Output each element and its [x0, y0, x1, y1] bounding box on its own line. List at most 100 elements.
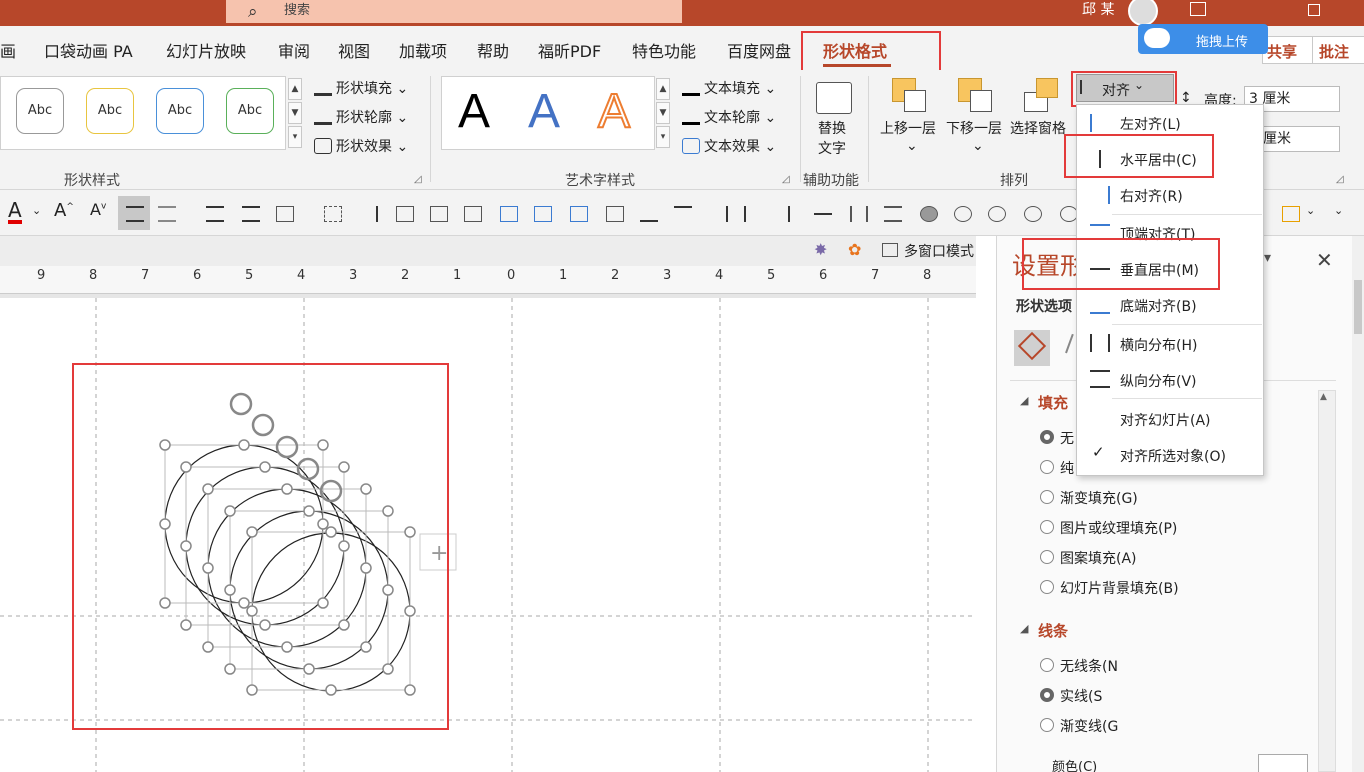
alt-text-label-1[interactable]: 替换	[818, 118, 846, 138]
justify-text-icon[interactable]	[158, 206, 176, 222]
tab-help[interactable]: 帮助	[477, 38, 509, 62]
radio-gradient-fill[interactable]	[1040, 490, 1054, 504]
table-icon[interactable]	[276, 206, 294, 222]
fill-section-header[interactable]: 填充	[1038, 392, 1068, 413]
sparkle-icon[interactable]: ✸	[814, 240, 834, 260]
selection-pane-button[interactable]: 选择窗格	[1010, 118, 1066, 138]
wordart-up-arrow[interactable]: ▲	[656, 78, 670, 100]
grow-font-icon[interactable]: A^	[54, 200, 74, 221]
shape-style-3[interactable]: Abc	[156, 88, 204, 134]
radio-solid-fill[interactable]	[1040, 460, 1054, 474]
share-button[interactable]: 共享	[1262, 36, 1316, 64]
top-align-icon[interactable]	[674, 206, 692, 222]
chevron-down-icon[interactable]: ⌄	[32, 204, 41, 217]
bring-forward-button[interactable]: 上移一层	[880, 118, 936, 138]
tab-addins[interactable]: 加载项	[399, 38, 447, 62]
radio-no-line[interactable]	[1040, 658, 1054, 672]
combine-icon[interactable]	[988, 206, 1006, 222]
dialog-launcher-icon[interactable]: ◿	[1336, 174, 1344, 185]
text-outline-button[interactable]: 文本轮廓 ⌄	[682, 107, 776, 127]
collapse-icon[interactable]: ◢	[1020, 394, 1028, 407]
comment-button[interactable]: 批注	[1312, 36, 1364, 64]
tab-baidu-netdisk[interactable]: 百度网盘	[727, 38, 791, 62]
wordart-orange[interactable]: A	[597, 84, 631, 139]
shape-style-1[interactable]: Abc	[16, 88, 64, 134]
shape-options-tab[interactable]: 形状选项	[1016, 296, 1072, 316]
scroll-thumb[interactable]	[1354, 280, 1362, 334]
shape-fill-quick-icon[interactable]	[1282, 206, 1300, 222]
distribute-v-icon[interactable]	[884, 206, 902, 222]
edit-shape-icon[interactable]	[606, 206, 624, 222]
box-bottom-icon[interactable]	[430, 206, 448, 222]
shape-fill-button[interactable]: 形状填充 ⌄	[314, 78, 408, 98]
intersect-icon[interactable]	[1024, 206, 1042, 222]
gallery-up-arrow[interactable]: ▲	[288, 78, 302, 100]
menu-align-bottom[interactable]: 底端对齐(B)	[1120, 296, 1197, 316]
radio-no-fill[interactable]	[1040, 430, 1054, 444]
shape-style-2[interactable]: Abc	[86, 88, 134, 134]
left-align-icon[interactable]	[744, 206, 762, 222]
user-name[interactable]: 邱 某	[1082, 0, 1114, 20]
ribbon-display-icon[interactable]	[1190, 2, 1206, 16]
shape-icon[interactable]	[570, 206, 588, 222]
group-icon[interactable]	[920, 206, 938, 222]
radio-background-fill[interactable]	[1040, 580, 1054, 594]
merge-icon[interactable]	[954, 206, 972, 222]
send-backward-button[interactable]: 下移一层	[946, 118, 1002, 138]
tab-pocket-animation[interactable]: 口袋动画 PA	[44, 38, 133, 62]
multiwindow-button[interactable]: 多窗口模式	[904, 241, 974, 261]
scroll-up-icon[interactable]: ▲	[1320, 392, 1327, 402]
gallery-more-arrow[interactable]: ▾	[288, 126, 302, 148]
right-align-icon[interactable]	[710, 206, 728, 222]
panel-scrollbar[interactable]	[1318, 390, 1336, 772]
box-icon[interactable]	[396, 206, 414, 222]
radio-solid-line[interactable]	[1040, 688, 1054, 702]
tab-truncated[interactable]: 画	[0, 38, 16, 62]
more-icon[interactable]: ⌄	[1334, 204, 1343, 217]
center-h-icon[interactable]	[788, 206, 790, 222]
color-picker-button[interactable]	[1258, 754, 1308, 772]
chevron-down-icon[interactable]: ▾	[1264, 250, 1271, 266]
search-box[interactable]: ⌕ 搜索	[226, 0, 682, 23]
menu-align-left[interactable]: 左对齐(L)	[1120, 114, 1181, 134]
shape-effect-button[interactable]: 形状效果 ⌄	[314, 136, 408, 156]
radio-gradient-line[interactable]	[1040, 718, 1054, 732]
line-section-header[interactable]: 线条	[1038, 620, 1068, 641]
box-top-icon[interactable]	[464, 206, 482, 222]
chevron-down-icon[interactable]: ⌄	[1306, 204, 1315, 217]
menu-align-right[interactable]: 右对齐(R)	[1120, 186, 1183, 206]
text-fill-button[interactable]: 文本填充 ⌄	[682, 78, 776, 98]
radio-pattern-fill[interactable]	[1040, 550, 1054, 564]
font-color-icon[interactable]: A	[8, 200, 22, 224]
bottom-align-icon[interactable]	[640, 206, 658, 222]
shrink-font-icon[interactable]: Av	[90, 200, 106, 219]
menu-distribute-horizontal[interactable]: 横向分布(H)	[1120, 335, 1197, 355]
distribute-h-icon[interactable]	[850, 206, 868, 222]
textbox-icon[interactable]	[500, 206, 518, 222]
wordart-down-arrow[interactable]: ▼	[656, 102, 670, 124]
menu-align-selected[interactable]: 对齐所选对象(O)	[1120, 446, 1226, 466]
align-right-text-icon[interactable]	[242, 206, 260, 222]
wordart-black[interactable]: A	[458, 84, 490, 139]
text-effect-button[interactable]: 文本效果 ⌄	[682, 136, 776, 156]
menu-align-to-slide[interactable]: 对齐幻灯片(A)	[1120, 410, 1211, 430]
center-v-icon[interactable]	[814, 213, 832, 215]
radio-picture-fill[interactable]	[1040, 520, 1054, 534]
tab-foxit-pdf[interactable]: 福昕PDF	[538, 38, 601, 62]
shape-outline-button[interactable]: 形状轮廓 ⌄	[314, 107, 408, 127]
chevron-down-icon[interactable]: ⌄	[972, 138, 984, 154]
shape-style-4[interactable]: Abc	[226, 88, 274, 134]
gallery-down-arrow[interactable]: ▼	[288, 102, 302, 124]
tab-slideshow[interactable]: 幻灯片放映	[166, 38, 246, 62]
chevron-down-icon[interactable]: ⌄	[906, 138, 918, 154]
dialog-launcher-icon[interactable]: ◿	[782, 174, 790, 185]
tab-review[interactable]: 审阅	[278, 38, 310, 62]
tab-special[interactable]: 特色功能	[632, 38, 696, 62]
align-left-text-icon[interactable]	[206, 206, 224, 222]
gear-icon[interactable]: ✿	[848, 240, 868, 260]
menu-distribute-vertical[interactable]: 纵向分布(V)	[1120, 371, 1197, 391]
dialog-launcher-icon[interactable]: ◿	[414, 174, 422, 185]
arrow-left-icon[interactable]	[360, 206, 378, 222]
tab-view[interactable]: 视图	[338, 38, 370, 62]
wordart-blue[interactable]: A	[528, 84, 560, 139]
